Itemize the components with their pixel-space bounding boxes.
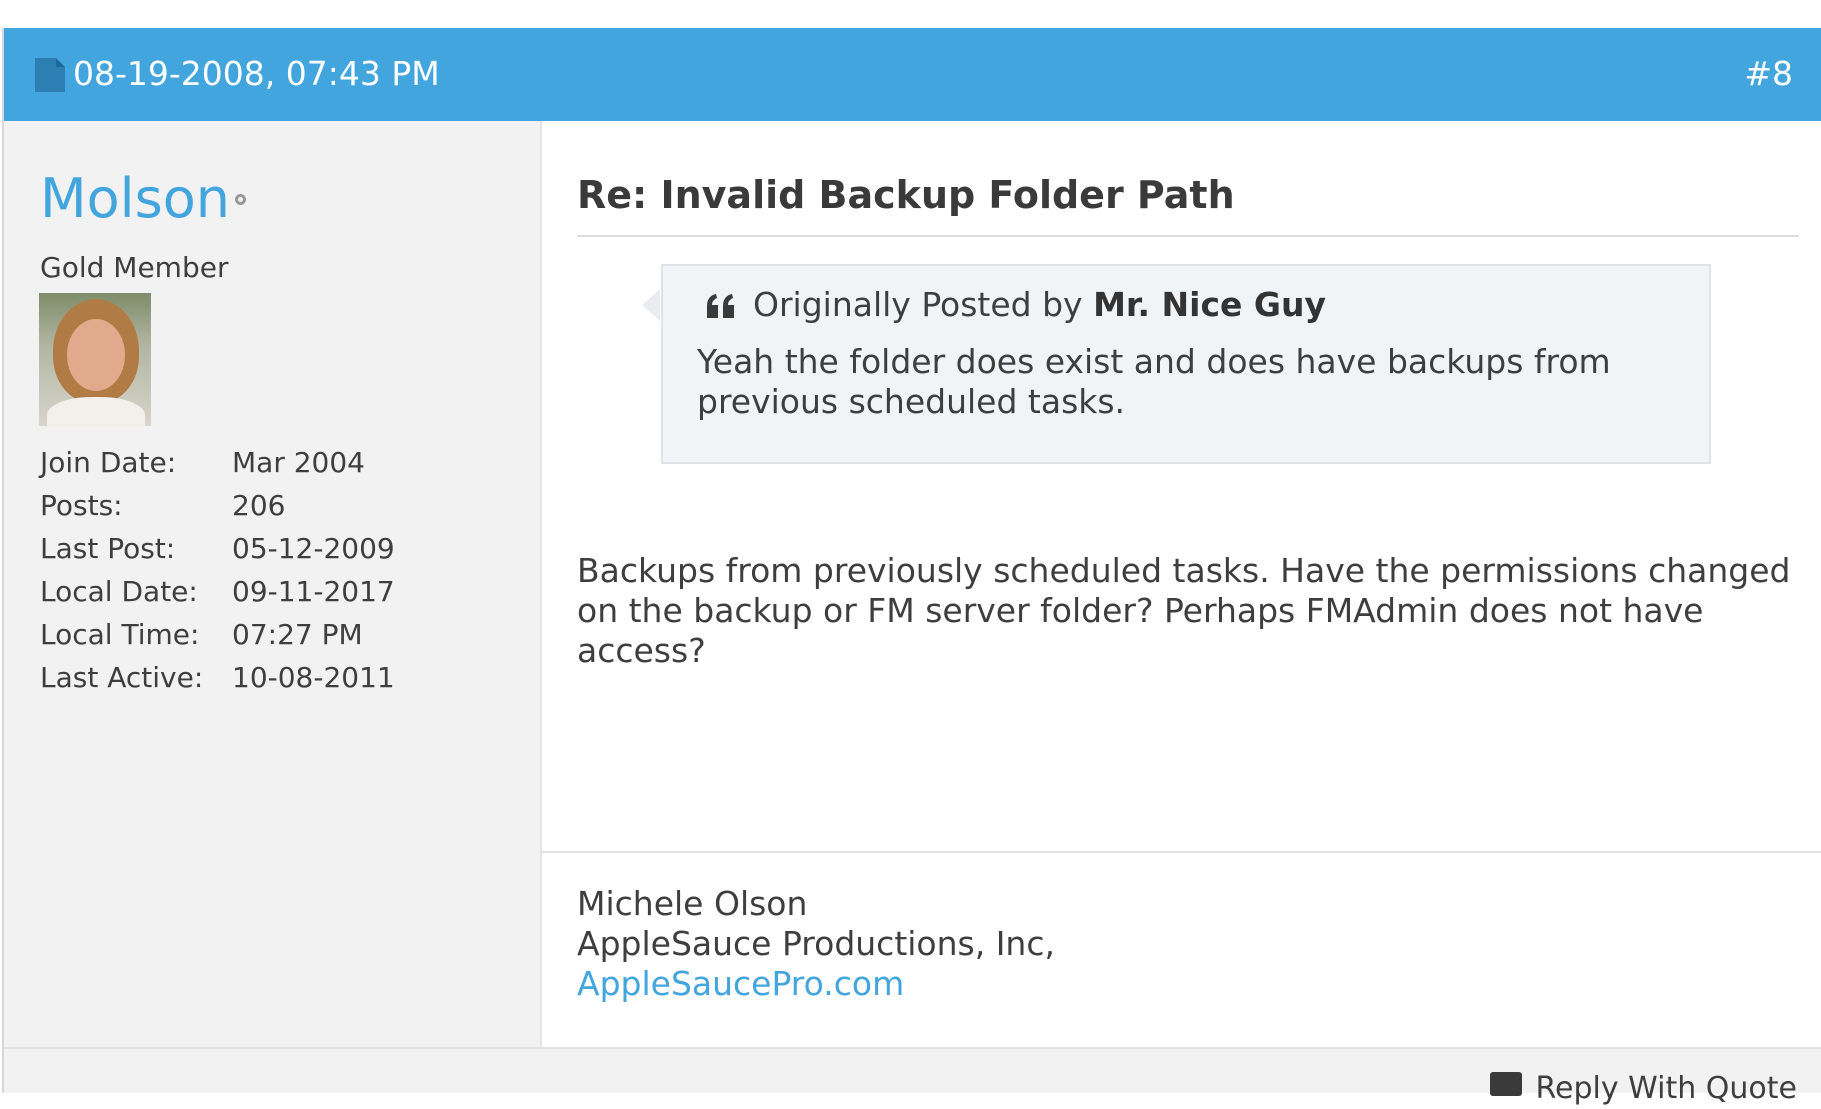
quote-attribution: Originally Posted by Mr. Nice Guy <box>753 280 1326 330</box>
username-link[interactable]: Molson <box>40 169 230 229</box>
forum-post: 08-19-2008, 07:43 PM #8 Molson Gold Memb… <box>2 28 1821 1106</box>
stat-label: Local Date: <box>40 575 198 608</box>
offline-status-icon <box>235 194 246 205</box>
user-title: Gold Member <box>40 251 229 284</box>
signature-link[interactable]: AppleSaucePro.com <box>577 964 904 1003</box>
quote-prefix: Originally Posted by <box>753 285 1083 324</box>
quote-author: Mr. Nice Guy <box>1093 285 1326 324</box>
quote-arrow <box>642 289 660 321</box>
signature-divider <box>542 851 1821 853</box>
post-date: 08-19-2008, 07:43 PM <box>73 54 440 93</box>
stat-value: 10-08-2011 <box>232 661 395 694</box>
signature-name: Michele Olson <box>577 884 808 923</box>
post-header: 08-19-2008, 07:43 PM #8 <box>4 28 1821 121</box>
stat-value: Mar 2004 <box>232 446 365 479</box>
avatar-shirt <box>47 397 145 426</box>
quote-icon <box>707 294 734 318</box>
reply-with-quote-label: Reply With Quote <box>1535 1071 1797 1106</box>
quote-block: Originally Posted by Mr. Nice Guy Yeah t… <box>661 264 1711 464</box>
avatar-face <box>67 319 125 391</box>
user-info-panel: Molson Gold Member Join Date: Mar 2004 P… <box>4 121 542 1047</box>
reply-with-quote-button[interactable]: Reply With Quote <box>1489 1069 1797 1109</box>
stat-value: 206 <box>232 489 286 522</box>
avatar[interactable] <box>39 293 151 426</box>
signature: Michele Olson AppleSauce Productions, In… <box>577 884 1055 1004</box>
stat-value: 09-11-2017 <box>232 575 395 608</box>
post-document-icon <box>35 58 65 92</box>
post-number-link[interactable]: #8 <box>1744 50 1793 98</box>
title-divider <box>577 235 1799 237</box>
signature-company: AppleSauce Productions, Inc, <box>577 924 1055 963</box>
stat-value: 05-12-2009 <box>232 532 395 565</box>
post-message: Backups from previously scheduled tasks.… <box>577 551 1791 670</box>
stat-label: Local Time: <box>40 618 200 651</box>
stat-label: Last Active: <box>40 661 204 694</box>
post-body: Re: Invalid Backup Folder Path Originall… <box>542 121 1821 1047</box>
stat-label: Last Post: <box>40 532 176 565</box>
stat-label: Posts: <box>40 489 123 522</box>
quote-text: Yeah the folder does exist and does have… <box>697 342 1611 421</box>
post-title: Re: Invalid Backup Folder Path <box>577 173 1235 217</box>
stat-label: Join Date: <box>40 446 177 479</box>
post-footer: Reply With Quote <box>4 1047 1821 1106</box>
reply-quote-icon <box>1489 1071 1522 1096</box>
stat-value: 07:27 PM <box>232 618 363 651</box>
